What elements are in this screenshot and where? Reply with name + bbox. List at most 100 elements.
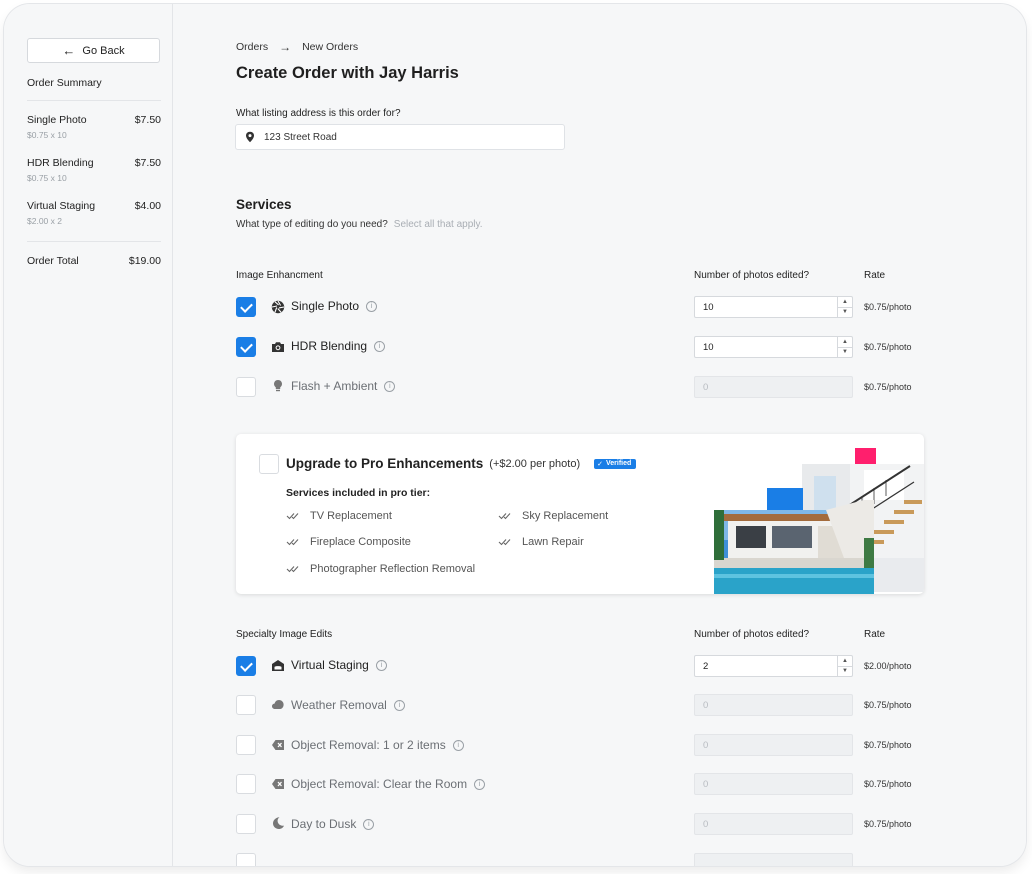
day-to-dusk-option[interactable]: Day to Dusk i bbox=[291, 817, 375, 831]
pro-upgrade-checkbox[interactable] bbox=[259, 454, 279, 474]
single-photo-count-input[interactable]: 10 ▲ ▼ bbox=[694, 296, 853, 318]
flash-ambient-label: Flash + Ambient bbox=[291, 379, 378, 393]
pro-features-heading: Services included in pro tier: bbox=[286, 487, 431, 499]
summary-item-name: HDR Blending bbox=[27, 157, 94, 169]
moon-icon bbox=[273, 817, 284, 829]
services-question-text: What type of editing do you need? bbox=[236, 219, 388, 230]
map-pin-icon bbox=[246, 131, 254, 143]
rate-value: $0.75/photo bbox=[864, 302, 912, 312]
stepper[interactable]: ▲ ▼ bbox=[837, 337, 852, 357]
chevron-down-icon[interactable]: ▼ bbox=[838, 667, 852, 677]
chevron-up-icon[interactable]: ▲ bbox=[838, 297, 852, 308]
double-check-icon bbox=[286, 566, 299, 573]
pro-feature-label: TV Replacement bbox=[310, 510, 392, 522]
services-question: What type of editing do you need? Select … bbox=[236, 219, 483, 230]
rate-value: $2.00/photo bbox=[864, 661, 912, 671]
object-removal-items-option[interactable]: Object Removal: 1 or 2 items i bbox=[291, 738, 464, 752]
verified-label: Verified bbox=[606, 460, 632, 467]
virtual-staging-option[interactable]: Virtual Staging i bbox=[291, 658, 387, 672]
object-removal-items-count-input[interactable]: 0 bbox=[694, 734, 853, 756]
hdr-blending-checkbox[interactable] bbox=[236, 337, 256, 357]
verified-badge: ✓ Verified bbox=[594, 458, 637, 469]
summary-item: HDR Blending $7.50 $0.75 x 10 bbox=[27, 157, 161, 183]
weather-removal-count-input[interactable]: 0 bbox=[694, 694, 853, 716]
pro-upgrade-title: Upgrade to Pro Enhancements (+$2.00 per … bbox=[286, 456, 637, 471]
sofa-icon bbox=[272, 660, 284, 671]
count-value: 0 bbox=[703, 818, 709, 830]
lightbulb-icon bbox=[274, 380, 282, 392]
object-removal-room-option[interactable]: Object Removal: Clear the Room i bbox=[291, 777, 486, 791]
next-option-checkbox[interactable] bbox=[236, 853, 256, 866]
rate-value: $0.75/photo bbox=[864, 342, 912, 352]
pro-feature-label: Photographer Reflection Removal bbox=[310, 563, 476, 575]
summary-item: Single Photo $7.50 $0.75 x 10 bbox=[27, 114, 161, 140]
order-total-label: Order Total bbox=[27, 255, 79, 267]
rate-value: $0.75/photo bbox=[864, 779, 912, 789]
summary-item-detail: $0.75 x 10 bbox=[27, 130, 67, 140]
order-total: Order Total $19.00 bbox=[27, 255, 161, 267]
virtual-staging-count-input[interactable]: 2 ▲ ▼ bbox=[694, 655, 853, 677]
info-icon[interactable]: i bbox=[363, 818, 375, 830]
info-icon[interactable]: i bbox=[474, 778, 486, 790]
next-option-count-input[interactable] bbox=[694, 853, 853, 866]
app-window: ← Go Back Order Summary Single Photo $7.5… bbox=[4, 4, 1026, 866]
weather-removal-checkbox[interactable] bbox=[236, 695, 256, 715]
count-column-heading: Number of photos edited? bbox=[694, 629, 810, 640]
arrow-left-icon: ← bbox=[62, 43, 76, 58]
hdr-blending-option[interactable]: HDR Blending i bbox=[291, 339, 386, 353]
flash-ambient-checkbox[interactable] bbox=[236, 377, 256, 397]
count-value: 0 bbox=[703, 381, 709, 393]
count-value: 10 bbox=[703, 301, 714, 313]
weather-removal-option[interactable]: Weather Removal i bbox=[291, 698, 405, 712]
pro-feature-label: Sky Replacement bbox=[522, 510, 609, 522]
virtual-staging-checkbox[interactable] bbox=[236, 656, 256, 676]
object-removal-room-checkbox[interactable] bbox=[236, 774, 256, 794]
info-icon[interactable]: i bbox=[452, 739, 464, 751]
rate-value: $0.75/photo bbox=[864, 740, 912, 750]
pro-title-text: Upgrade to Pro Enhancements bbox=[286, 456, 484, 471]
single-photo-option[interactable]: Single Photo i bbox=[291, 299, 378, 313]
single-photo-checkbox[interactable] bbox=[236, 297, 256, 317]
summary-item-name: Virtual Staging bbox=[27, 200, 96, 212]
pro-feature-label: Lawn Repair bbox=[522, 536, 584, 548]
services-hint: Select all that apply. bbox=[393, 219, 483, 230]
order-total-value: $19.00 bbox=[128, 255, 161, 267]
specialty-heading: Specialty Image Edits bbox=[236, 629, 333, 640]
pro-feature: Sky Replacement bbox=[498, 510, 608, 522]
main-content: Orders → New Orders Create Order with Ja… bbox=[173, 4, 1026, 866]
info-icon[interactable]: i bbox=[393, 699, 405, 711]
count-value: 0 bbox=[703, 739, 709, 751]
divider bbox=[27, 241, 161, 242]
object-removal-room-count-input[interactable]: 0 bbox=[694, 773, 853, 795]
summary-item-price: $7.50 bbox=[134, 114, 161, 126]
virtual-staging-label: Virtual Staging bbox=[291, 658, 369, 672]
chevron-down-icon[interactable]: ▼ bbox=[838, 308, 852, 318]
chevron-down-icon[interactable]: ▼ bbox=[838, 348, 852, 358]
hdr-blending-count-input[interactable]: 10 ▲ ▼ bbox=[694, 336, 853, 358]
breadcrumb-orders[interactable]: Orders bbox=[236, 41, 268, 53]
object-removal-items-checkbox[interactable] bbox=[236, 735, 256, 755]
stepper[interactable]: ▲ ▼ bbox=[837, 297, 852, 317]
pro-feature: TV Replacement bbox=[286, 510, 392, 522]
flash-ambient-count-input[interactable]: 0 bbox=[694, 376, 853, 398]
erase-icon bbox=[272, 779, 284, 789]
chevron-up-icon[interactable]: ▲ bbox=[838, 337, 852, 348]
rate-column-heading: Rate bbox=[864, 629, 886, 640]
arrow-right-icon: → bbox=[279, 40, 292, 54]
info-icon[interactable]: i bbox=[375, 659, 387, 671]
pro-feature: Fireplace Composite bbox=[286, 536, 411, 548]
day-to-dusk-count-input[interactable]: 0 bbox=[694, 813, 853, 835]
address-input[interactable]: 123 Street Road bbox=[235, 124, 565, 150]
chevron-up-icon[interactable]: ▲ bbox=[838, 656, 852, 667]
erase-icon bbox=[272, 740, 284, 750]
day-to-dusk-checkbox[interactable] bbox=[236, 814, 256, 834]
summary-item-price: $7.50 bbox=[134, 157, 161, 169]
info-icon[interactable]: i bbox=[366, 300, 378, 312]
rate-column-heading: Rate bbox=[864, 270, 886, 281]
info-icon[interactable]: i bbox=[374, 340, 386, 352]
flash-ambient-option[interactable]: Flash + Ambient i bbox=[291, 379, 396, 393]
summary-item-price: $4.00 bbox=[134, 200, 161, 212]
stepper[interactable]: ▲ ▼ bbox=[837, 656, 852, 676]
info-icon[interactable]: i bbox=[384, 380, 396, 392]
go-back-button[interactable]: ← Go Back bbox=[27, 38, 160, 63]
